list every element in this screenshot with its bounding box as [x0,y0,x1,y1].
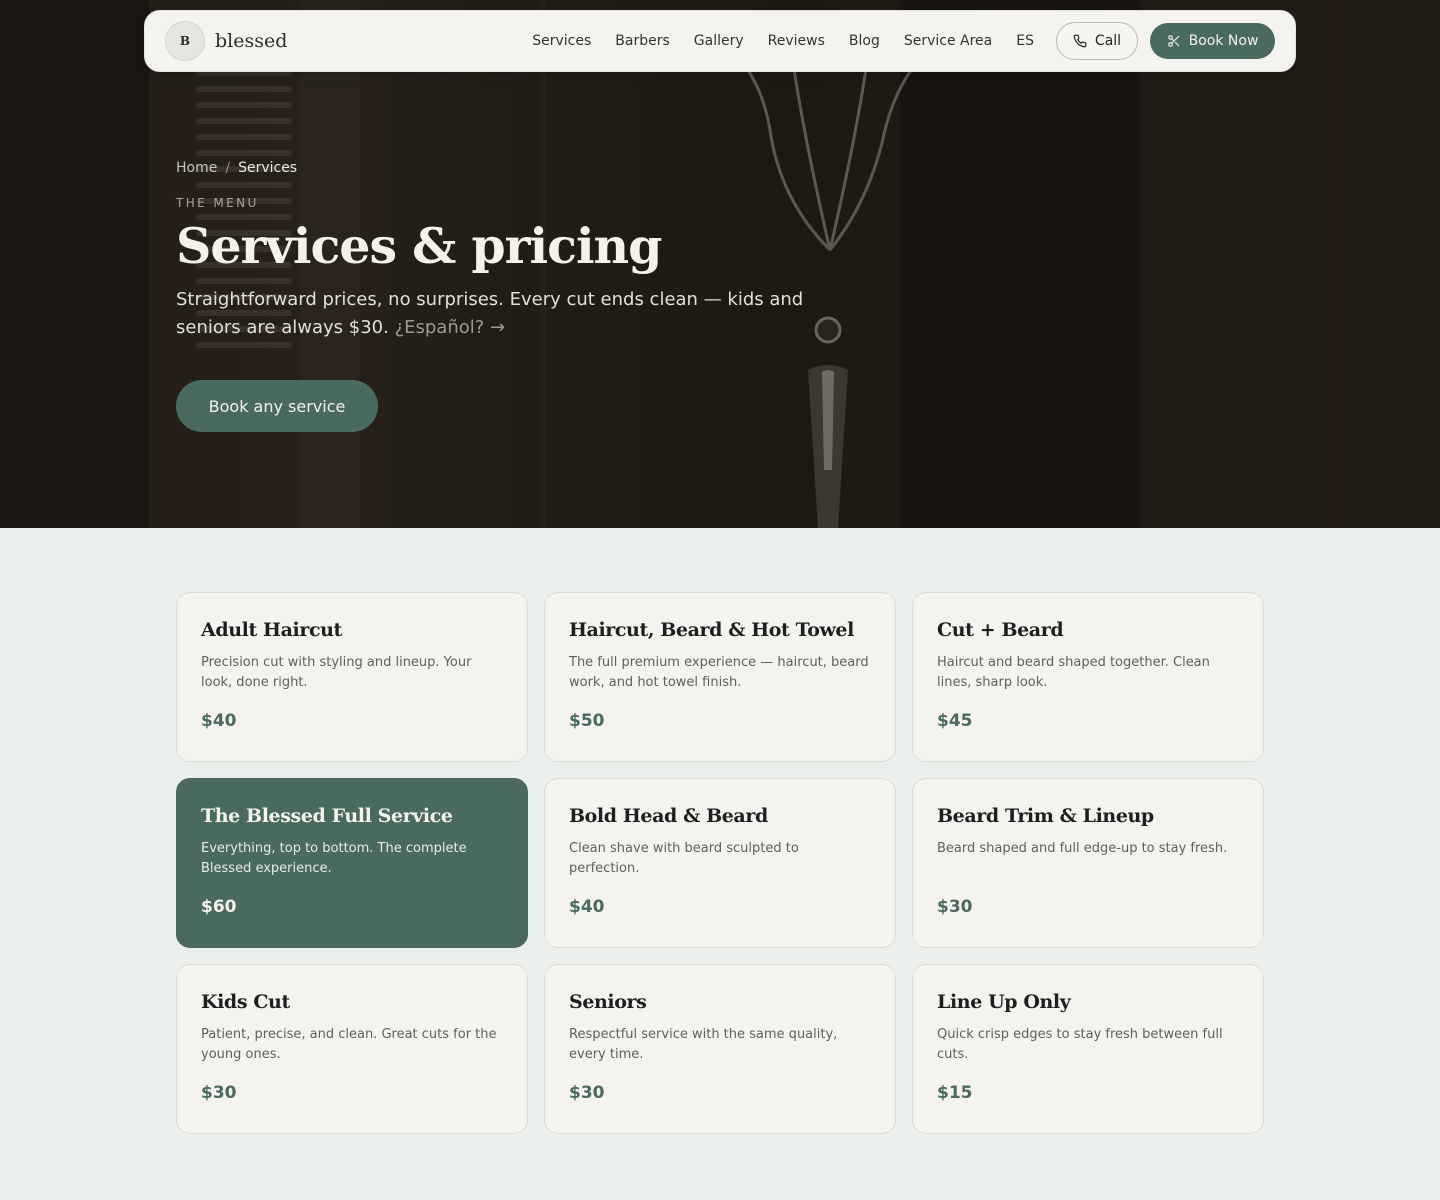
service-price: $30 [201,1083,237,1103]
service-card-kids-cut[interactable]: Kids Cut Patient, precise, and clean. Gr… [176,964,528,1134]
service-card-bold-head-beard[interactable]: Bold Head & Beard Clean shave with beard… [544,778,896,948]
breadcrumb-current: Services [238,160,298,176]
service-card-blessed-full-service[interactable]: The Blessed Full Service Everything, top… [176,778,528,948]
service-description: Everything, top to bottom. The complete … [201,841,467,876]
service-description: Precision cut with styling and lineup. Y… [201,655,472,690]
service-title: The Blessed Full Service [201,805,453,827]
service-description: The full premium experience — haircut, b… [569,655,869,690]
service-title: Line Up Only [937,991,1071,1013]
service-price: $30 [937,897,973,917]
language-toggle-es[interactable]: ES [1016,33,1034,49]
service-title: Bold Head & Beard [569,805,768,827]
breadcrumb: Home / Services [176,160,876,176]
service-price: $30 [569,1083,605,1103]
call-button[interactable]: Call [1056,22,1138,60]
service-title: Beard Trim & Lineup [937,805,1154,827]
service-card-haircut-beard-hot-towel[interactable]: Haircut, Beard & Hot Towel The full prem… [544,592,896,762]
service-price: $50 [569,711,605,731]
services-grid: Adult Haircut Precision cut with styling… [176,592,1264,1134]
service-title: Kids Cut [201,991,290,1013]
service-price: $15 [937,1083,973,1103]
hero-section: Home / Services THE MENU Services & pric… [0,0,1440,528]
service-description: Quick crisp edges to stay fresh between … [937,1027,1223,1062]
hero-description: Straightforward prices, no surprises. Ev… [176,286,856,342]
nav-link-blog[interactable]: Blog [849,33,880,49]
logo-text: blessed [215,30,288,52]
hero-eyebrow: THE MENU [176,196,259,210]
service-price: $40 [569,897,605,917]
nav-link-gallery[interactable]: Gallery [694,33,744,49]
service-card-line-up-only[interactable]: Line Up Only Quick crisp edges to stay f… [912,964,1264,1134]
service-title: Adult Haircut [201,619,342,641]
spanish-link[interactable]: ¿Español? → [395,317,506,338]
logo[interactable]: B blessed [165,21,287,61]
call-button-label: Call [1094,33,1122,49]
page-title: Services & pricing [176,217,662,275]
breadcrumb-home-link[interactable]: Home [176,160,217,176]
nav-links: Services Barbers Gallery Reviews Blog Se… [532,22,1275,60]
service-card-cut-beard[interactable]: Cut + Beard Haircut and beard shaped tog… [912,592,1264,762]
nav-link-services[interactable]: Services [532,33,591,49]
service-title: Haircut, Beard & Hot Towel [569,619,854,641]
book-any-service-button[interactable]: Book any service [176,380,378,432]
nav-link-barbers[interactable]: Barbers [615,33,670,49]
top-navbar: B blessed Services Barbers Gallery Revie… [144,10,1296,72]
service-title: Seniors [569,991,647,1013]
service-card-seniors[interactable]: Seniors Respectful service with the same… [544,964,896,1134]
service-price: $45 [937,711,973,731]
nav-link-service-area[interactable]: Service Area [904,33,992,49]
service-description: Clean shave with beard sculpted to perfe… [569,841,799,876]
book-now-button[interactable]: Book Now [1150,23,1275,59]
nav-link-reviews[interactable]: Reviews [768,33,825,49]
logo-mark: B [165,21,205,61]
service-description: Haircut and beard shaped together. Clean… [937,655,1210,690]
service-price: $40 [201,711,237,731]
service-description: Beard shaped and full edge-up to stay fr… [937,841,1228,856]
service-price: $60 [201,897,237,917]
service-description: Patient, precise, and clean. Great cuts … [201,1027,497,1062]
phone-icon [1073,34,1087,48]
service-card-adult-haircut[interactable]: Adult Haircut Precision cut with styling… [176,592,528,762]
breadcrumb-separator: / [225,160,231,176]
service-title: Cut + Beard [937,619,1064,641]
service-description: Respectful service with the same quality… [569,1027,838,1062]
service-card-beard-trim-lineup[interactable]: Beard Trim & Lineup Beard shaped and ful… [912,778,1264,948]
book-now-label: Book Now [1188,33,1259,49]
scissors-icon [1167,35,1179,47]
hero-content: Home / Services THE MENU Services & pric… [176,160,876,432]
